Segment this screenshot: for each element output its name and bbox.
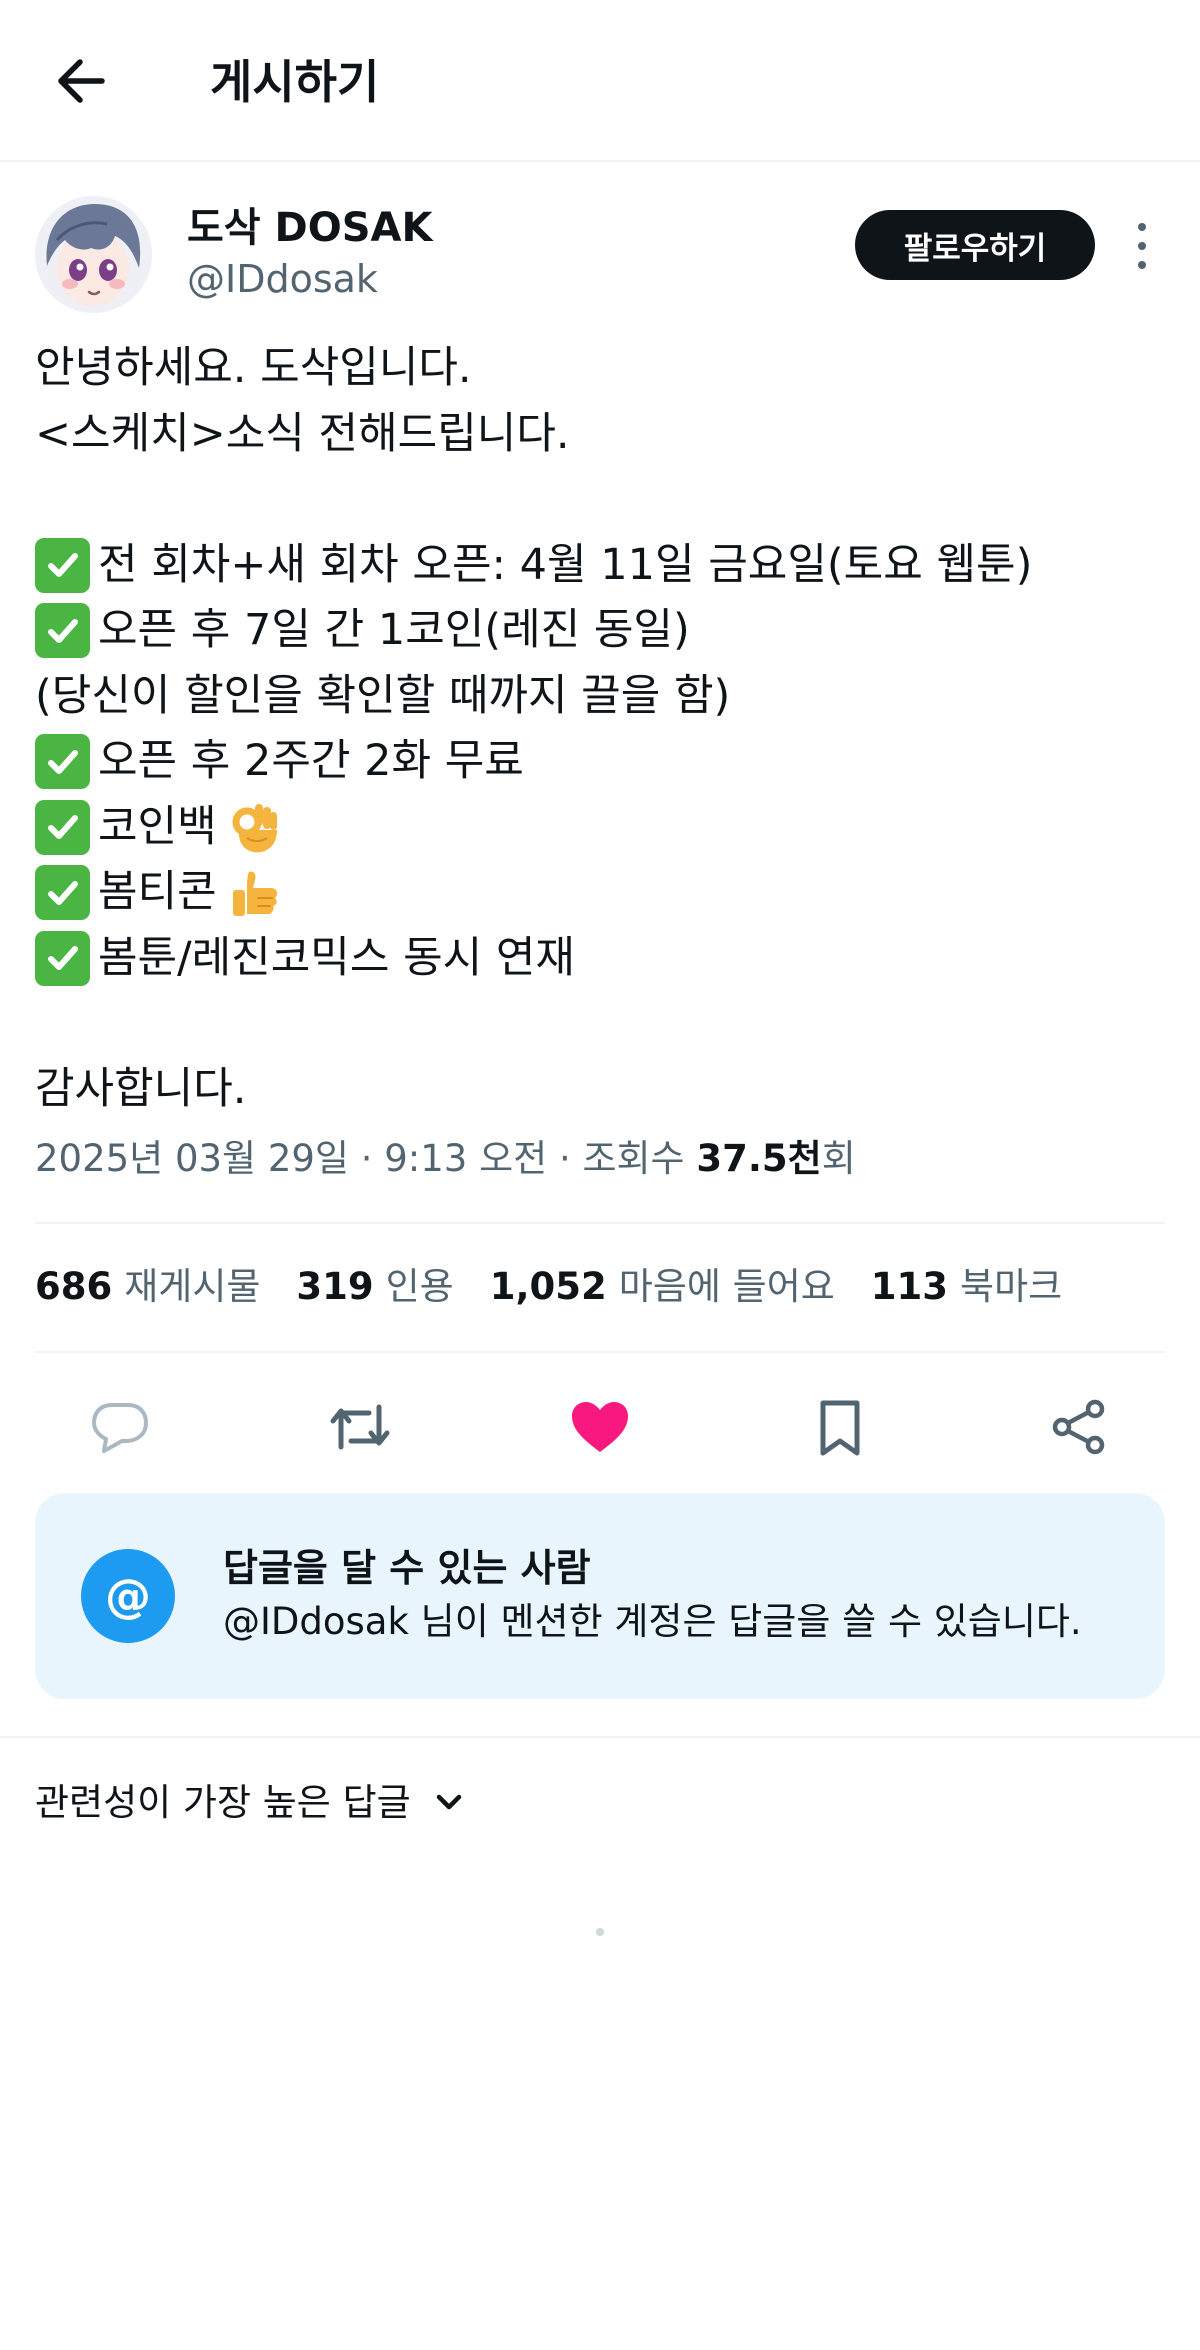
tweet-line: 안녕하세요. 도삭입니다. [35,336,1175,402]
tweet-greeting: 안녕하세요. 도삭입니다. [35,343,472,393]
reply-button[interactable] [85,1392,155,1462]
reply-icon [92,1403,148,1453]
check-mark-icon [35,930,90,986]
list-item-note: (당신이 할인을 확인할 때까지 끌을 함) [35,664,1175,730]
timestamp-text: 2025년 03월 29일 · 9:13 오전 · 조회수 [35,1137,697,1180]
reply-permission-description: @IDdosak 님이 멘션한 계정은 답글을 쓸 수 있습니다. [223,1600,1082,1643]
list-item: 오픈 후 7일 간 1코인(레진 동일) [35,598,1175,664]
reply-permission-title: 답글을 달 수 있는 사람 [223,1546,591,1590]
tweet-line: <스케치>소식 전해드립니다. [35,402,1175,468]
tweet-text: 안녕하세요. 도삭입니다. <스케치>소식 전해드립니다. 전 회차+새 회차 … [35,336,1175,1122]
tweet-line: 감사합니다. [35,1057,1175,1123]
reply-permission-card: @ 답글을 달 수 있는 사람 @IDdosak 님이 멘션한 계정은 답글을 … [35,1493,1165,1699]
tweet-item-text: 코인백 [98,801,217,852]
follow-button[interactable]: 팔로우하기 [855,210,1095,280]
tweet-item-text: 봄티콘 [98,867,217,917]
list-item: 코인백 [35,795,1175,861]
like-count: 1,052 [489,1265,607,1308]
view-count: 37.5천 [696,1137,822,1180]
bookmark-icon [820,1400,860,1456]
tweet-intro: <스케치>소식 전해드립니다. [35,408,570,459]
retweet-stat[interactable]: 686 재게시물 [35,1262,260,1312]
retweet-button[interactable] [325,1392,395,1462]
check-mark-icon [35,865,90,921]
like-stat[interactable]: 1,052 마음에 들어요 [490,1262,835,1312]
list-item: 봄툰/레진코믹스 동시 연재 [35,926,1175,992]
tweet-timestamp[interactable]: 2025년 03월 29일 · 9:13 오전 · 조회수 37.5천회 [35,1134,856,1184]
loading-indicator [596,1928,604,1936]
retweet-icon [330,1404,390,1450]
arrow-left-icon [58,59,105,103]
list-item: 오픈 후 2주간 2화 무료 [35,729,1175,795]
display-name[interactable]: 도삭 DOSAK [187,202,433,254]
tweet-item-text: 오픈 후 7일 간 1코인(레진 동일) [98,605,690,655]
back-button[interactable] [48,48,114,114]
heart-filled-icon [572,1402,628,1452]
chevron-down-icon [436,1794,461,1810]
divider [0,1736,1200,1738]
reply-sort-label: 관련성이 가장 높은 답글 [35,1781,411,1824]
at-sign-icon: @ [81,1549,175,1643]
tweet-item-text: 봄툰/레진코믹스 동시 연재 [98,932,575,983]
quote-count: 319 [296,1265,374,1308]
top-bar: 게시하기 [0,0,1200,162]
check-mark-icon [35,603,90,659]
list-item: 봄티콘 [35,860,1175,926]
divider [35,1351,1165,1353]
like-label: 마음에 들어요 [618,1265,835,1308]
tweet-item-text: 오픈 후 2주간 2화 무료 [98,736,524,786]
check-mark-icon [35,734,90,790]
share-button[interactable] [1044,1392,1114,1462]
avatar[interactable] [35,196,152,313]
share-icon [1052,1399,1105,1455]
retweet-count: 686 [35,1265,113,1308]
tweet-item-text: 전 회차+새 회차 오픈: 4월 11일 금요일(토요 웹툰) [98,539,1033,590]
tweet-item-note: (당신이 할인을 확인할 때까지 끌을 함) [35,670,731,721]
quote-label: 인용 [385,1265,454,1308]
thumbs-up-icon [225,864,283,922]
tweet-closing: 감사합니다. [35,1063,247,1114]
divider [35,1222,1165,1224]
reply-sort-dropdown[interactable]: 관련성이 가장 높은 답글 [35,1778,469,1828]
list-item: 전 회차+새 회차 오픈: 4월 11일 금요일(토요 웹툰) [35,533,1175,599]
engagement-stats: 686 재게시물 319 인용 1,052 마음에 들어요 113 북마크 [35,1262,1098,1312]
check-mark-icon [35,799,90,855]
quote-stat[interactable]: 319 인용 [296,1262,453,1312]
retweet-label: 재게시물 [124,1265,261,1308]
view-count-unit: 회 [821,1137,856,1180]
bookmark-count: 113 [870,1265,949,1308]
bookmark-stat[interactable]: 113 북마크 [871,1262,1062,1312]
like-button[interactable] [565,1392,635,1462]
bookmark-label: 북마크 [960,1265,1063,1308]
check-mark-icon [35,537,90,593]
bookmark-button[interactable] [805,1392,875,1462]
more-options-icon[interactable] [1122,218,1162,274]
user-handle[interactable]: @IDdosak [187,254,378,304]
page-title: 게시하기 [210,55,380,109]
ok-hand-icon [225,798,283,856]
avatar-illustration [35,196,152,313]
